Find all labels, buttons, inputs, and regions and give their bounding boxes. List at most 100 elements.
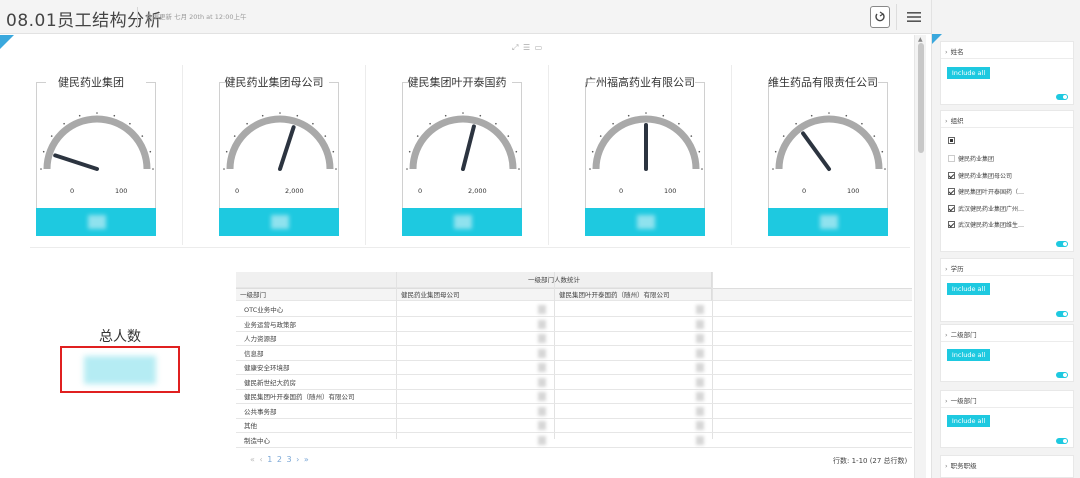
option-label[interactable]: 健民药业集团母公司: [958, 171, 1012, 180]
gauge-title: 健民药业集团: [58, 76, 124, 89]
scroll-thumb[interactable]: [918, 43, 924, 153]
cell-redacted: [696, 435, 704, 445]
toggle-switch[interactable]: [1056, 438, 1068, 444]
gauge-needle: [278, 125, 296, 171]
first-page-icon[interactable]: «: [250, 455, 256, 464]
pivot-col-header-2[interactable]: 健民集团叶开泰国药（随州）有限公司: [554, 288, 712, 301]
row-label: OTC业务中心: [244, 306, 284, 314]
section-divider: [30, 247, 910, 248]
table-row: 信息部: [236, 346, 912, 361]
page-title: 08.01员工结构分析: [6, 11, 163, 31]
include-all-button[interactable]: Include all: [947, 67, 990, 79]
option-label[interactable]: 健民药业集团: [958, 154, 994, 163]
gauge-row: 健民药业集团 0 100 健民药业集团母公司 0 2,000 健民集团叶开泰国药…: [0, 65, 914, 255]
gauge-card: 健民药业集团母公司 0 2,000: [183, 65, 365, 255]
filter-card-name: › 姓名 Include all: [940, 41, 1074, 105]
include-all-button[interactable]: Include all: [947, 415, 990, 427]
gauge-max-label: 2,000: [285, 187, 304, 195]
table-row: 健民新世纪大药房: [236, 375, 912, 390]
last-page-icon[interactable]: »: [304, 455, 310, 464]
option-checkbox[interactable]: [948, 221, 955, 228]
option-label[interactable]: 健民集团叶开泰国药（…: [958, 187, 1024, 196]
toggle-switch[interactable]: [1056, 94, 1068, 100]
kpi-value-redacted: [84, 356, 156, 384]
title-divider: [137, 7, 138, 27]
gauge-max-label: 100: [847, 187, 860, 195]
filter-title[interactable]: › 职务职级: [945, 460, 977, 470]
gauge-needle: [801, 131, 831, 171]
cell-redacted: [696, 392, 704, 401]
include-all-button[interactable]: Include all: [947, 349, 990, 361]
pivot-row-header[interactable]: 一级部门: [236, 288, 396, 301]
gauge-arc: [775, 115, 883, 170]
pivot-col-header-1[interactable]: 健民药业集团母公司: [396, 288, 554, 301]
filter-card-org: › 组织 健民药业集团健民药业集团母公司健民集团叶开泰国药（… 武汉健民药业集团广州…: [940, 110, 1074, 252]
cell-redacted: [696, 363, 704, 372]
toggle-switch[interactable]: [1056, 372, 1068, 378]
row-label: 信息部: [244, 349, 264, 358]
option-checkbox[interactable]: [948, 204, 955, 212]
cell-redacted: [538, 363, 546, 372]
caret-icon: ›: [945, 265, 948, 273]
cell-redacted: [696, 305, 704, 314]
page-numbers[interactable]: 1 2 3: [267, 455, 292, 464]
filter-title[interactable]: › 姓名: [945, 46, 964, 56]
gauge-value-bar: [585, 208, 705, 236]
filter-panel: › 姓名 Include all › 组织 健民药业集团健民药业集团母公司健民集团叶…: [931, 0, 1080, 478]
cell-redacted: [538, 435, 546, 445]
gauge-title: 健民药业集团母公司: [224, 76, 324, 89]
gauge-value-redacted: [820, 215, 838, 229]
pivot-header-filler: [712, 288, 912, 301]
gauge-title: 维生药品有限责任公司: [768, 76, 878, 89]
gauge-card: 维生药品有限责任公司 0 100: [732, 65, 914, 255]
prev-page-icon[interactable]: ‹: [259, 455, 263, 464]
cell-redacted: [696, 334, 704, 343]
filter-title[interactable]: › 二级部门: [945, 329, 977, 339]
select-all-checkbox[interactable]: [948, 137, 955, 144]
header-divider: [896, 4, 897, 30]
gauge-divider: [365, 65, 366, 245]
widget-tools-icon[interactable]: ⤢ ☰ ▭: [512, 43, 543, 53]
filter-card-level1-dept: › 一级部门 Include all: [940, 390, 1074, 448]
caret-icon: ›: [945, 331, 948, 339]
gauge-max-label: 100: [664, 187, 677, 195]
gauge-dial: [40, 112, 154, 171]
pivot-corner: [236, 272, 396, 288]
option-label[interactable]: 武汉健民药业集团维生…: [958, 220, 1024, 229]
row-label: 制造中心: [244, 436, 270, 445]
gauge-divider: [548, 65, 549, 245]
gauge-needle: [53, 153, 99, 171]
cell-redacted: [538, 377, 546, 387]
gauge-card: 健民集团叶开泰国药 0 2,000: [366, 65, 548, 255]
toggle-switch[interactable]: [1056, 241, 1068, 247]
card-divider: [941, 407, 1073, 408]
pivot-table: 一级部门人数统计 一级部门 健民药业集团母公司 健民集团叶开泰国药（随州）有限公…: [236, 272, 912, 462]
caret-icon: ›: [945, 397, 948, 405]
gauge-min-label: 0: [235, 187, 240, 195]
toggle-switch[interactable]: [1056, 311, 1068, 317]
cell-redacted: [538, 319, 546, 329]
canvas-corner-flag: [0, 35, 14, 49]
card-divider: [941, 275, 1073, 276]
option-checkbox[interactable]: [948, 155, 955, 162]
vertical-scrollbar[interactable]: ▲: [914, 35, 926, 478]
gauge-arc: [226, 115, 334, 170]
filter-title[interactable]: › 组织: [945, 115, 964, 125]
next-page-icon[interactable]: ›: [296, 455, 300, 464]
data-update-text: 数据更新 七月 20th at 12:00上午: [146, 13, 247, 21]
table-row: 其他: [236, 418, 912, 433]
filter-title[interactable]: › 一级部门: [945, 395, 977, 405]
menu-icon[interactable]: [903, 6, 925, 28]
option-checkbox[interactable]: [948, 171, 955, 179]
include-all-button[interactable]: Include all: [947, 283, 990, 295]
option-label[interactable]: 武汉健民药业集团广州…: [958, 204, 1024, 213]
filter-title[interactable]: › 学历: [945, 263, 964, 273]
pagination[interactable]: « ‹ 1 2 3 › »: [250, 455, 310, 464]
gauge-dial: [589, 112, 703, 171]
option-checkbox[interactable]: [948, 188, 955, 195]
table-row: 健民集团叶开泰国药（随州）有限公司: [236, 389, 912, 404]
scroll-up-icon[interactable]: ▲: [918, 36, 923, 43]
refresh-icon[interactable]: [870, 6, 890, 28]
gauge-max-label: 100: [115, 187, 128, 195]
gauge-arc: [43, 115, 151, 170]
